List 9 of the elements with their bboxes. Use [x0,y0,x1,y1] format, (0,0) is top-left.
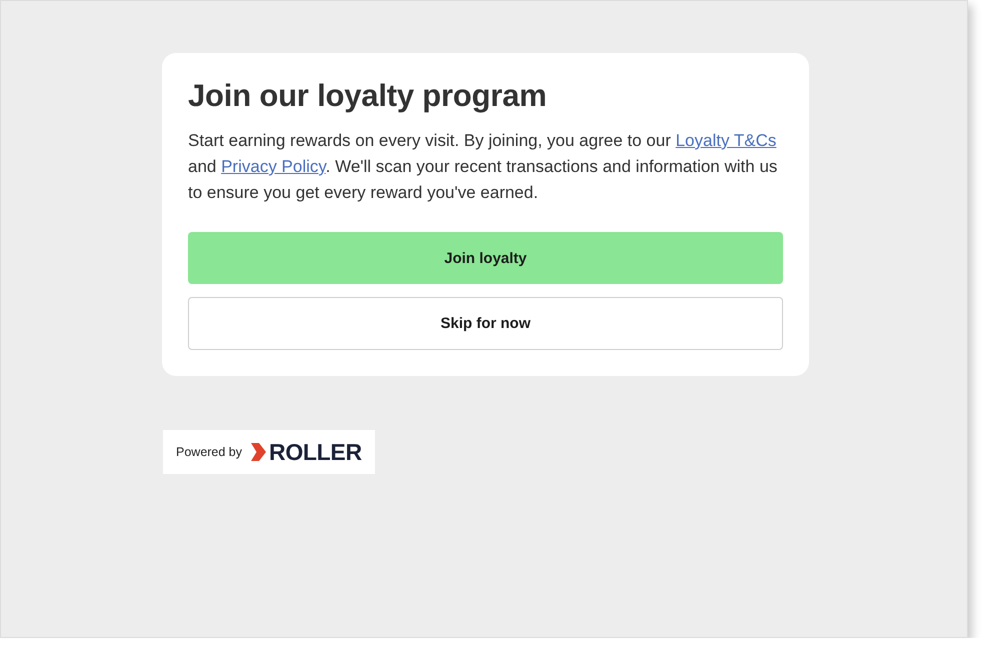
powered-by-label: Powered by [176,445,242,459]
intro-paragraph: Start earning rewards on every visit. By joining, you agree to our Loyalty T&Cs and Privacy Policy. We'll scan your recent transactions and information with us to ensure you get every reward you've earned. [188,130,778,204]
privacy-link[interactable]: Privacy Policy [221,157,326,176]
brand-name: ROLLER [269,438,362,466]
join-button[interactable]: Join loyalty [188,232,783,284]
chevron-logo-icon [251,443,266,461]
terms-link[interactable]: Loyalty T&Cs [676,131,776,150]
card-title: Join our loyalty program [188,77,548,115]
skip-button[interactable]: Skip for now [188,297,783,350]
